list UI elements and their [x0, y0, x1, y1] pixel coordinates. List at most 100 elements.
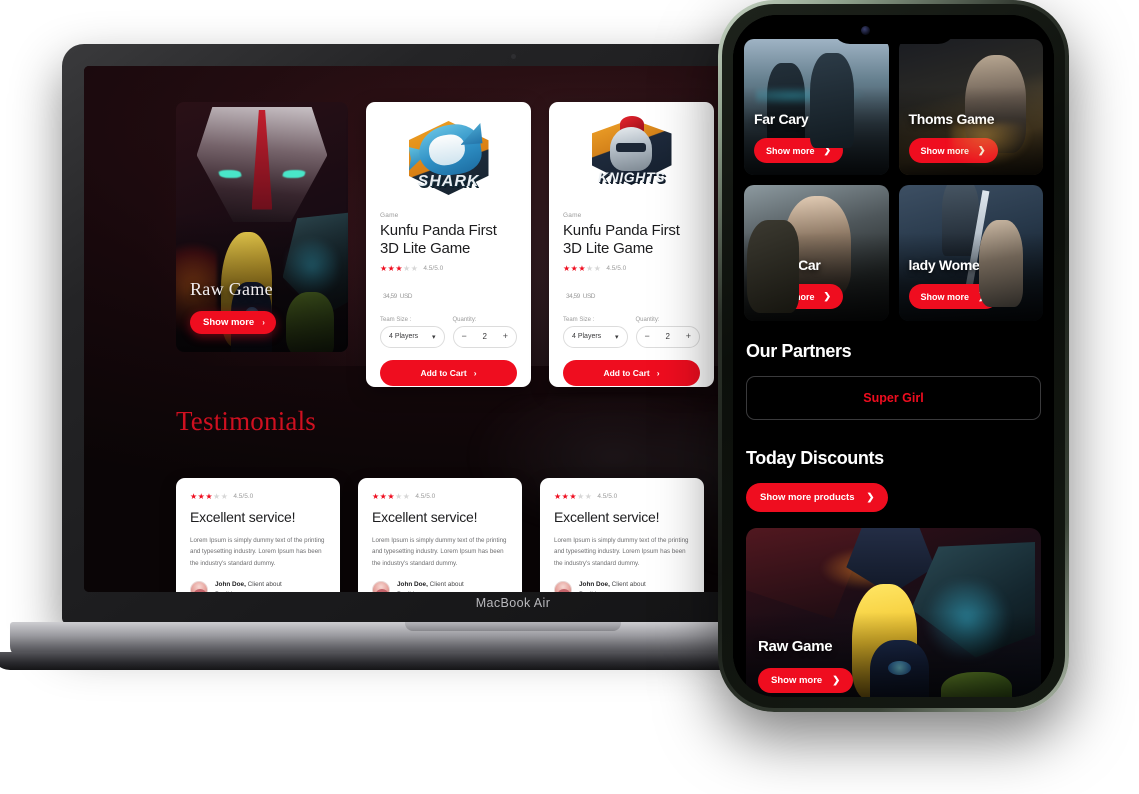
rating-value: 4.5/5.0: [606, 264, 627, 272]
quantity-label: Quantity:: [452, 316, 477, 323]
rating-value: 4.5/5.0: [597, 493, 618, 500]
partners-section: Our Partners Super Girl Today Discounts …: [733, 321, 1054, 697]
star-rating-icon: ★★★★★: [554, 492, 593, 501]
avatar: [372, 580, 390, 592]
testimonial-body: Lorem Ipsum is simply dummy text of the …: [190, 536, 325, 567]
testimonial-card: ★★★★★ 4.5/5.0 Excellent service! Lorem I…: [176, 478, 340, 592]
add-to-cart-button[interactable]: Add to Cart ›: [563, 359, 700, 386]
show-more-button[interactable]: Show more ❯: [754, 138, 844, 163]
testimonial-body: Lorem Ipsum is simply dummy text of the …: [372, 536, 507, 567]
quantity-increase-button[interactable]: +: [686, 332, 691, 341]
game-card-title: Far Cary: [754, 111, 809, 127]
product-card[interactable]: SHARK Game Kunfu Panda First 3D Lite Gam…: [366, 102, 531, 387]
product-title: Kunfu Panda First 3D Lite Game: [380, 222, 497, 258]
quantity-increase-button[interactable]: +: [503, 332, 508, 341]
featured-card-title: Raw Game: [758, 638, 833, 655]
add-to-cart-label: Add to Cart: [420, 367, 467, 378]
team-size-option: Team Size : 4 Players ▾: [380, 317, 445, 348]
testimonial-rating: ★★★★★ 4.5/5.0: [190, 492, 326, 501]
laptop-camera-icon: [510, 54, 516, 59]
game-card[interactable]: Far Cary Show more ❯: [744, 39, 889, 175]
hero-game-card[interactable]: Raw Game Show more ›: [176, 102, 348, 352]
quantity-stepper[interactable]: − 2 +: [452, 325, 517, 348]
add-to-cart-label: Add to Cart: [603, 367, 650, 378]
testimonial-title: Excellent service!: [554, 509, 660, 525]
partner-name: Super Girl: [863, 391, 924, 405]
add-to-cart-button[interactable]: Add to Cart ›: [380, 359, 517, 386]
team-size-value: 4 Players: [389, 333, 419, 341]
author-company[interactable]: Basil Leaves: [397, 590, 464, 592]
quantity-decrease-button[interactable]: −: [462, 332, 467, 341]
chevron-right-icon: ❯: [823, 145, 832, 155]
testimonial-author: John Doe, Client about Basil Leaves: [554, 580, 690, 592]
chevron-right-icon: ❯: [978, 291, 986, 301]
featured-game-card[interactable]: Raw Game Show more ❯: [746, 528, 1041, 697]
partner-card[interactable]: Super Girl: [746, 376, 1041, 420]
team-size-select[interactable]: 4 Players ▾: [563, 325, 628, 348]
hero-show-more-label: Show more: [203, 317, 255, 328]
knights-logo-icon: KNIGHTS: [586, 116, 678, 207]
avatar: [190, 580, 208, 592]
laptop-trackpad-notch: [405, 622, 621, 631]
product-options: Team Size : 4 Players ▾ Quantity:: [563, 317, 700, 348]
star-rating-icon: ★★★★★: [380, 263, 419, 273]
show-more-button[interactable]: Show more ❯: [908, 138, 998, 163]
chevron-right-icon: ›: [473, 367, 477, 378]
game-card[interactable]: Speed Car Show more ❯: [744, 185, 889, 321]
author-role: Client about: [245, 581, 282, 589]
team-size-select[interactable]: 4 Players ▾: [380, 325, 445, 348]
testimonial-card: ★★★★★ 4.5/5.0 Excellent service! Lorem I…: [540, 478, 704, 592]
quantity-option: Quantity: − 2 +: [635, 317, 700, 348]
product-rating: ★★★★★ 4.5/5.0: [563, 264, 700, 273]
hero-card-title: Raw Game: [190, 279, 273, 299]
team-size-label: Team Size :: [563, 316, 595, 323]
chevron-right-icon: ❯: [823, 291, 832, 301]
games-section: Far Cary Show more ❯ Thoms Game Show mor…: [733, 15, 1054, 321]
author-name: John Doe,: [215, 581, 246, 589]
star-rating-icon: ★★★★★: [190, 492, 229, 501]
product-kicker: Game: [563, 212, 582, 219]
game-card-title: lady Women: [908, 257, 989, 273]
quantity-decrease-button[interactable]: −: [645, 332, 650, 341]
show-more-label: Show more: [766, 291, 815, 302]
chevron-down-icon: ▾: [431, 333, 436, 341]
quantity-value: 2: [482, 332, 487, 342]
show-more-label: Show more: [920, 291, 970, 302]
show-more-button[interactable]: Show more ❯: [754, 284, 844, 309]
hero-show-more-button[interactable]: Show more ›: [190, 311, 276, 334]
partners-heading: Our Partners: [746, 341, 852, 361]
game-card[interactable]: Thoms Game Show more ❯: [898, 39, 1043, 175]
chevron-right-icon: ›: [262, 318, 265, 327]
product-card[interactable]: KNIGHTS Game Kunfu Panda First 3D Lite G…: [549, 102, 714, 387]
testimonial-title: Excellent service!: [190, 509, 296, 525]
phone-inner-frame: Far Cary Show more ❯ Thoms Game Show mor…: [722, 4, 1065, 708]
price-currency: USD: [399, 292, 413, 300]
shark-logo-icon: SHARK: [403, 117, 495, 207]
quantity-stepper[interactable]: − 2 +: [635, 325, 700, 348]
game-card-title: Speed Car: [754, 257, 821, 273]
chevron-right-icon: ❯: [866, 492, 875, 503]
author-info: John Doe, Client about Basil Leaves: [579, 580, 646, 592]
author-role: Client about: [427, 581, 464, 589]
star-rating-icon: ★★★★★: [372, 492, 411, 501]
games-grid: Far Cary Show more ❯ Thoms Game Show mor…: [744, 39, 1043, 321]
product-title: Kunfu Panda First 3D Lite Game: [563, 222, 680, 258]
rating-value: 4.5/5.0: [423, 264, 444, 272]
author-company[interactable]: Basil Leaves: [215, 590, 282, 592]
show-more-button[interactable]: Show more ❯: [908, 284, 998, 309]
rating-value: 4.5/5.0: [415, 493, 436, 500]
knights-logo-text: KNIGHTS: [597, 169, 666, 185]
screenshot-root: Raw Game Show more › SHARK Game Kunfu Pa…: [0, 0, 1139, 794]
show-more-products-button[interactable]: Show more products ❯: [746, 483, 889, 512]
phone-notch: [831, 15, 956, 44]
discounts-heading: Today Discounts: [746, 448, 884, 468]
featured-show-more-button[interactable]: Show more ❯: [758, 668, 854, 693]
phone-screen: Far Cary Show more ❯ Thoms Game Show mor…: [733, 15, 1054, 697]
product-logo: SHARK: [380, 114, 517, 210]
game-card[interactable]: lady Women Show more ❯: [898, 185, 1043, 321]
testimonial-rating: ★★★★★ 4.5/5.0: [372, 492, 508, 501]
phone-page[interactable]: Far Cary Show more ❯ Thoms Game Show mor…: [733, 15, 1054, 697]
author-company[interactable]: Basil Leaves: [579, 590, 646, 592]
testimonials-heading: Testimonials: [176, 406, 316, 436]
phone-frame: Far Cary Show more ❯ Thoms Game Show mor…: [718, 0, 1069, 712]
